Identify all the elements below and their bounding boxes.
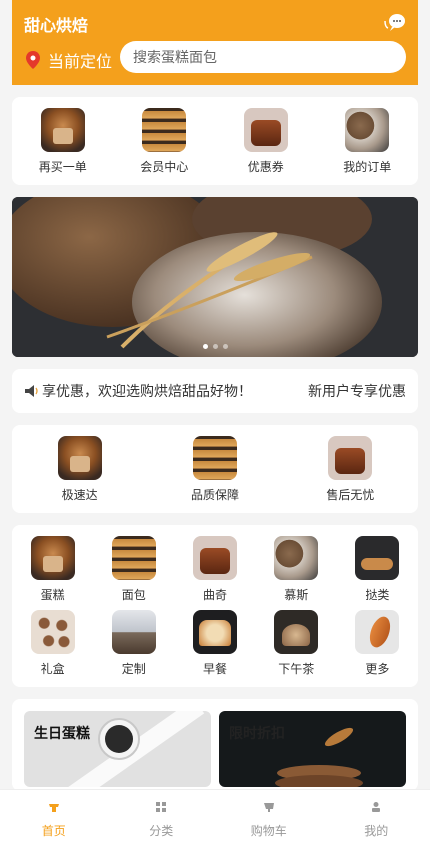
quick-action-coupons[interactable]: 优惠券 [215,97,317,185]
service-label: 售后无忧 [326,488,375,502]
banner-dot[interactable] [222,344,228,349]
notice-message[interactable]: 享优惠，欢迎选购烘焙甜品好物！ [42,381,282,401]
banner-pagination [12,344,418,349]
grid-icon [156,802,167,812]
toast-photo-icon [193,610,237,654]
category-mousse[interactable]: 慕斯 [256,536,337,610]
category-gift-box[interactable]: 礼盒 [12,610,93,684]
service-label: 品质保障 [190,488,239,502]
category-grid: 蛋糕 面包 曲奇 慕斯 挞类 礼盒 定制 早餐 下午茶 更多 [12,525,418,687]
search-placeholder: 搜索蛋糕面包 [133,50,217,66]
category-cake[interactable]: 蛋糕 [12,536,93,610]
location-label: 当前定位 [48,52,113,71]
chocolate-cake-photo-icon [243,108,288,152]
quick-action-orders[interactable]: 我的订单 [317,97,419,185]
quick-action-reorder[interactable]: 再买一单 [12,97,114,185]
service-fast-delivery[interactable]: 极速达 [12,425,147,513]
bottom-tab-bar: 首页 分类 购物车 我的 [0,789,430,844]
bakery-shelf-photo-icon [111,536,156,580]
service-card: 极速达 品质保障 售后无忧 [12,425,418,513]
category-more[interactable]: 更多 [337,610,418,684]
cart-icon [263,803,274,812]
tab-category[interactable]: 分类 [108,790,216,844]
category-cookies[interactable]: 曲奇 [174,536,255,610]
category-tart[interactable]: 挞类 [337,536,418,610]
banner-dot-active[interactable] [202,344,208,349]
category-label: 曲奇 [203,588,228,602]
category-label: 挞类 [365,588,390,602]
tab-label: 首页 [41,824,66,838]
promo-section: 生日蛋糕 限时折扣 [12,699,418,791]
seeded-bread-photo-icon [274,536,319,580]
category-label: 下午茶 [278,662,315,676]
location-pin-icon [26,51,40,69]
megaphone-icon [25,385,38,397]
notice-bar: 享优惠，欢迎选购烘焙甜品好物！ 新用户专享优惠 [12,369,418,413]
cupcake-photo-icon [40,108,85,152]
service-after-sales[interactable]: 售后无忧 [283,425,418,513]
category-label: 慕斯 [284,588,309,602]
search-input[interactable]: 搜索蛋糕面包 [120,41,406,73]
quick-action-label: 我的订单 [343,160,392,174]
chat-icon[interactable] [384,12,406,32]
user-icon [372,802,381,812]
service-label: 极速达 [61,488,98,502]
tab-label: 购物车 [250,824,287,838]
home-icon [48,804,59,812]
new-user-promo-link[interactable]: 新用户专享优惠 [308,381,406,401]
limited-discount-promo[interactable]: 限时折扣 [219,711,406,787]
category-label: 定制 [121,662,146,676]
category-afternoon-tea[interactable]: 下午茶 [256,610,337,684]
category-label: 更多 [365,662,390,676]
bread-and-wheat-photo-icon [12,197,418,357]
category-breakfast[interactable]: 早餐 [174,610,255,684]
quick-actions-card: 再买一单 会员中心 优惠券 我的订单 [12,97,418,185]
tab-cart[interactable]: 购物车 [215,790,323,844]
category-label: 面包 [121,588,146,602]
cookies-photo-icon [30,610,75,654]
chocolate-cake-photo-icon [328,436,373,480]
quick-action-label: 会员中心 [140,160,189,174]
tab-label: 分类 [149,824,174,838]
tab-home[interactable]: 首页 [0,790,108,844]
category-label: 蛋糕 [40,588,65,602]
category-label: 早餐 [203,662,228,676]
pastry-display-photo-icon [111,610,156,654]
bread-basket-photo-icon [274,610,319,654]
tab-profile[interactable]: 我的 [323,790,430,844]
category-bread[interactable]: 面包 [93,536,174,610]
header-bar: 甜心烘焙 当前定位 搜索蛋糕面包 [12,0,418,85]
category-label: 礼盒 [40,662,65,676]
promo-banner[interactable] [12,197,418,357]
cupcake-photo-icon [57,436,102,480]
quick-action-label: 优惠券 [247,160,284,174]
bakery-shelf-photo-icon [142,108,187,152]
bread-loaves-photo-icon [355,536,400,580]
seeded-bread-photo-icon [345,108,390,152]
service-quality[interactable]: 品质保障 [147,425,282,513]
quick-action-label: 再买一单 [38,160,87,174]
app-title: 甜心烘焙 [24,16,89,35]
bakery-shelf-photo-icon [192,436,237,480]
chocolate-cake-photo-icon [193,536,237,580]
promo-title: 限时折扣 [229,726,285,742]
banner-dot[interactable] [212,344,218,349]
category-custom[interactable]: 定制 [93,610,174,684]
cupcake-photo-icon [30,536,75,580]
promo-title: 生日蛋糕 [34,726,90,742]
quick-action-membership[interactable]: 会员中心 [114,97,216,185]
birthday-cake-promo[interactable]: 生日蛋糕 [24,711,211,787]
croissant-photo-icon [355,610,400,654]
tab-label: 我的 [364,824,389,838]
location-selector[interactable]: 当前定位 [26,48,112,72]
